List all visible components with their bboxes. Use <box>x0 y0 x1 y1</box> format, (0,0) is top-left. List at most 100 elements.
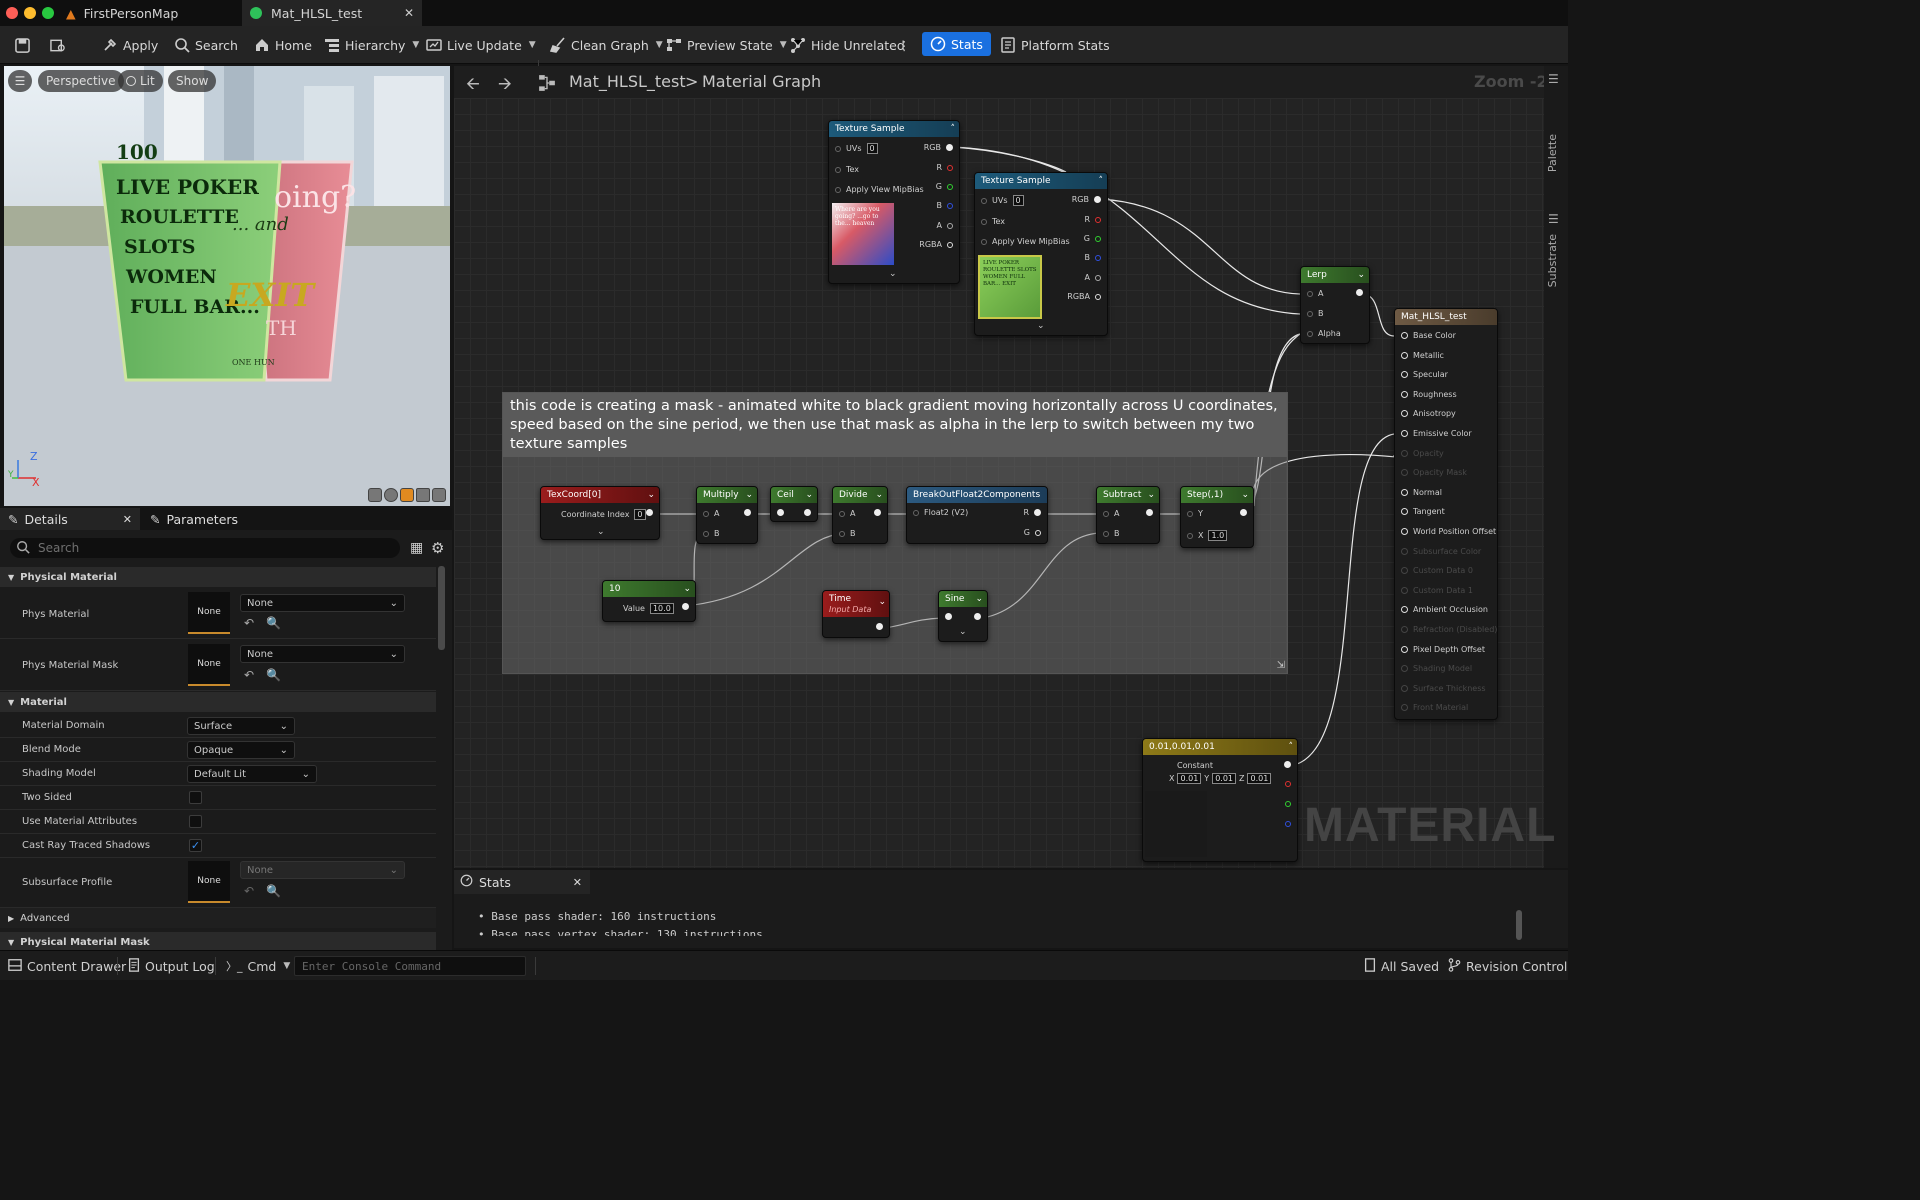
use-selected-icon[interactable]: ↶ <box>244 884 254 898</box>
pin-output[interactable] <box>974 613 981 620</box>
pin-value[interactable]: 1.0 <box>1208 530 1228 541</box>
viewport-menu-button[interactable]: ☰ <box>8 70 32 92</box>
close-tab-icon[interactable]: ✕ <box>123 513 132 526</box>
chevron-down-icon[interactable]: ⌄ <box>683 584 691 594</box>
show-button[interactable]: Show <box>168 70 217 92</box>
pin-b[interactable]: B <box>937 201 953 210</box>
pin-a[interactable]: A <box>1307 289 1323 298</box>
pin-g[interactable] <box>1285 801 1291 807</box>
sine-node[interactable]: Sine ⌄ ⌄ <box>938 590 988 642</box>
close-tab-icon[interactable]: ✕ <box>404 6 414 20</box>
resize-handle-icon[interactable]: ⇲ <box>1277 660 1285 671</box>
palette-tab[interactable]: Palette <box>1546 134 1559 172</box>
pin-uvs[interactable]: UVs 0 <box>835 143 878 154</box>
close-window-button[interactable] <box>6 7 18 19</box>
chevron-down-icon[interactable]: ⌄ <box>975 594 983 604</box>
use-selected-icon[interactable]: ↶ <box>244 668 254 682</box>
ceil-node[interactable]: Ceil ⌄ <box>770 486 818 522</box>
pin-b[interactable]: B <box>1103 529 1120 538</box>
pin-input[interactable] <box>777 509 784 516</box>
custom-mesh-icon[interactable] <box>432 488 446 502</box>
pin-g[interactable]: G <box>1024 528 1041 537</box>
pin-output[interactable] <box>1240 509 1247 516</box>
hide-unrelated-button[interactable]: Hide Unrelated <box>790 34 905 56</box>
pin-a[interactable]: A <box>1103 509 1119 518</box>
pin-a[interactable]: A <box>839 509 855 518</box>
browse-button[interactable] <box>50 34 66 56</box>
section-advanced[interactable]: ▶ Advanced <box>0 908 436 928</box>
home-button[interactable]: Home <box>254 34 312 56</box>
search-button[interactable]: Search <box>174 34 238 56</box>
texture-sample-node-2[interactable]: Texture Sample ˄ UVs 0 Tex Apply View MipB… <box>974 172 1108 336</box>
apply-button[interactable]: Apply <box>102 34 158 56</box>
output-pin[interactable]: Roughness <box>1401 390 1457 399</box>
perspective-button[interactable]: Perspective <box>38 70 124 92</box>
pin-alpha[interactable]: Alpha <box>1307 329 1341 338</box>
subsurface-profile-thumbnail[interactable]: None <box>188 861 230 903</box>
chevron-down-icon[interactable]: ⌄ <box>805 490 813 500</box>
pin-x[interactable]: X 1.0 <box>1187 530 1228 541</box>
output-pin[interactable]: Custom Data 1 <box>1401 586 1473 595</box>
stats-button[interactable]: Stats <box>922 32 991 56</box>
clean-graph-button[interactable]: Clean Graph ▼ <box>550 34 663 56</box>
subsurface-profile-dropdown[interactable]: None ⌄ <box>240 861 405 879</box>
collapse-icon[interactable]: ˄ <box>1289 742 1294 752</box>
pin-a[interactable]: A <box>1085 273 1101 282</box>
constant3-node[interactable]: 0.01,0.01,0.01 ˄ Constant X 0.01 Y 0.01 Z 0.… <box>1142 738 1298 862</box>
cylinder-icon[interactable] <box>368 488 382 502</box>
output-pin[interactable]: Shading Model <box>1401 664 1472 673</box>
pin-tex[interactable]: Tex <box>981 217 1005 226</box>
section-material[interactable]: ▼ Material <box>0 692 436 712</box>
chevron-down-icon[interactable]: ⌄ <box>1241 490 1249 500</box>
chevron-down-icon[interactable]: ⌄ <box>878 597 886 607</box>
substrate-icon[interactable]: ☰ <box>1548 212 1559 226</box>
texcoord-node[interactable]: TexCoord[0] ⌄ Coordinate Index 0 ⌄ <box>540 486 660 540</box>
tab-details[interactable]: ✎ Details ✕ <box>0 508 140 530</box>
constant-10-node[interactable]: 10 ⌄ Value 10.0 <box>602 580 696 622</box>
phys-material-mask-thumbnail[interactable]: None <box>188 644 230 686</box>
output-pin[interactable]: Metallic <box>1401 351 1444 360</box>
material-domain-dropdown[interactable]: Surface ⌄ <box>187 717 295 735</box>
expand-chevron-icon[interactable]: ⌄ <box>889 269 897 279</box>
phys-material-dropdown[interactable]: None ⌄ <box>240 594 405 612</box>
live-update-button[interactable]: Live Update ▼ <box>426 34 536 56</box>
step-node[interactable]: Step(,1) ⌄ Y X 1.0 <box>1180 486 1254 548</box>
blend-mode-dropdown[interactable]: Opaque ⌄ <box>187 741 295 759</box>
expand-chevron-icon[interactable]: ⌄ <box>1037 321 1045 331</box>
chevron-down-icon[interactable]: ⌄ <box>647 490 655 500</box>
output-pin[interactable]: Ambient Occlusion <box>1401 605 1488 614</box>
pin-rgba[interactable]: RGBA <box>919 240 953 249</box>
output-pin[interactable]: Pixel Depth Offset <box>1401 645 1485 654</box>
pin-value[interactable]: 0 <box>1012 195 1024 206</box>
substrate-tab[interactable]: Substrate <box>1546 234 1559 287</box>
divide-node[interactable]: Divide ⌄ A B <box>832 486 888 544</box>
breakout-float2-node[interactable]: BreakOutFloat2Components Float2 (V2) R G <box>906 486 1048 544</box>
pin-output[interactable] <box>646 509 653 516</box>
revision-control-button[interactable]: Revision Control <box>1448 958 1567 975</box>
pin-rgb[interactable]: RGB <box>924 143 953 152</box>
details-search-input[interactable]: Search <box>10 538 400 558</box>
lerp-node[interactable]: Lerp ⌄ A B Alpha <box>1300 266 1370 344</box>
settings-gear-icon[interactable]: ⚙ <box>431 539 444 557</box>
pin-b[interactable] <box>1285 821 1291 827</box>
expand-chevron-icon[interactable]: ⌄ <box>959 627 967 637</box>
hierarchy-button[interactable]: Hierarchy ▼ <box>324 34 419 56</box>
output-pin[interactable]: Base Color <box>1401 331 1456 340</box>
pin-uvs[interactable]: UVs 0 <box>981 195 1024 206</box>
pin-tex[interactable]: Tex <box>835 165 859 174</box>
two-sided-checkbox[interactable] <box>189 791 202 804</box>
collapse-icon[interactable]: ˄ <box>951 124 956 134</box>
pin-g[interactable]: G <box>1084 234 1101 243</box>
output-pin[interactable]: Emissive Color <box>1401 429 1472 438</box>
browse-asset-icon[interactable]: 🔍 <box>266 668 281 682</box>
palette-icon[interactable]: ☰ <box>1548 72 1559 86</box>
pin-value[interactable]: 0 <box>634 509 646 520</box>
constant-values[interactable]: X 0.01 Y 0.01 Z 0.01 <box>1169 773 1272 784</box>
pin-value[interactable]: 0 <box>866 143 878 154</box>
pin-a[interactable]: A <box>937 221 953 230</box>
lit-button[interactable]: Lit <box>118 70 163 92</box>
pin-rgba[interactable]: RGBA <box>1067 292 1101 301</box>
tab-stats[interactable]: Stats ✕ <box>454 870 590 894</box>
browse-asset-icon[interactable]: 🔍 <box>266 884 281 898</box>
x-value[interactable]: 0.01 <box>1177 773 1202 784</box>
